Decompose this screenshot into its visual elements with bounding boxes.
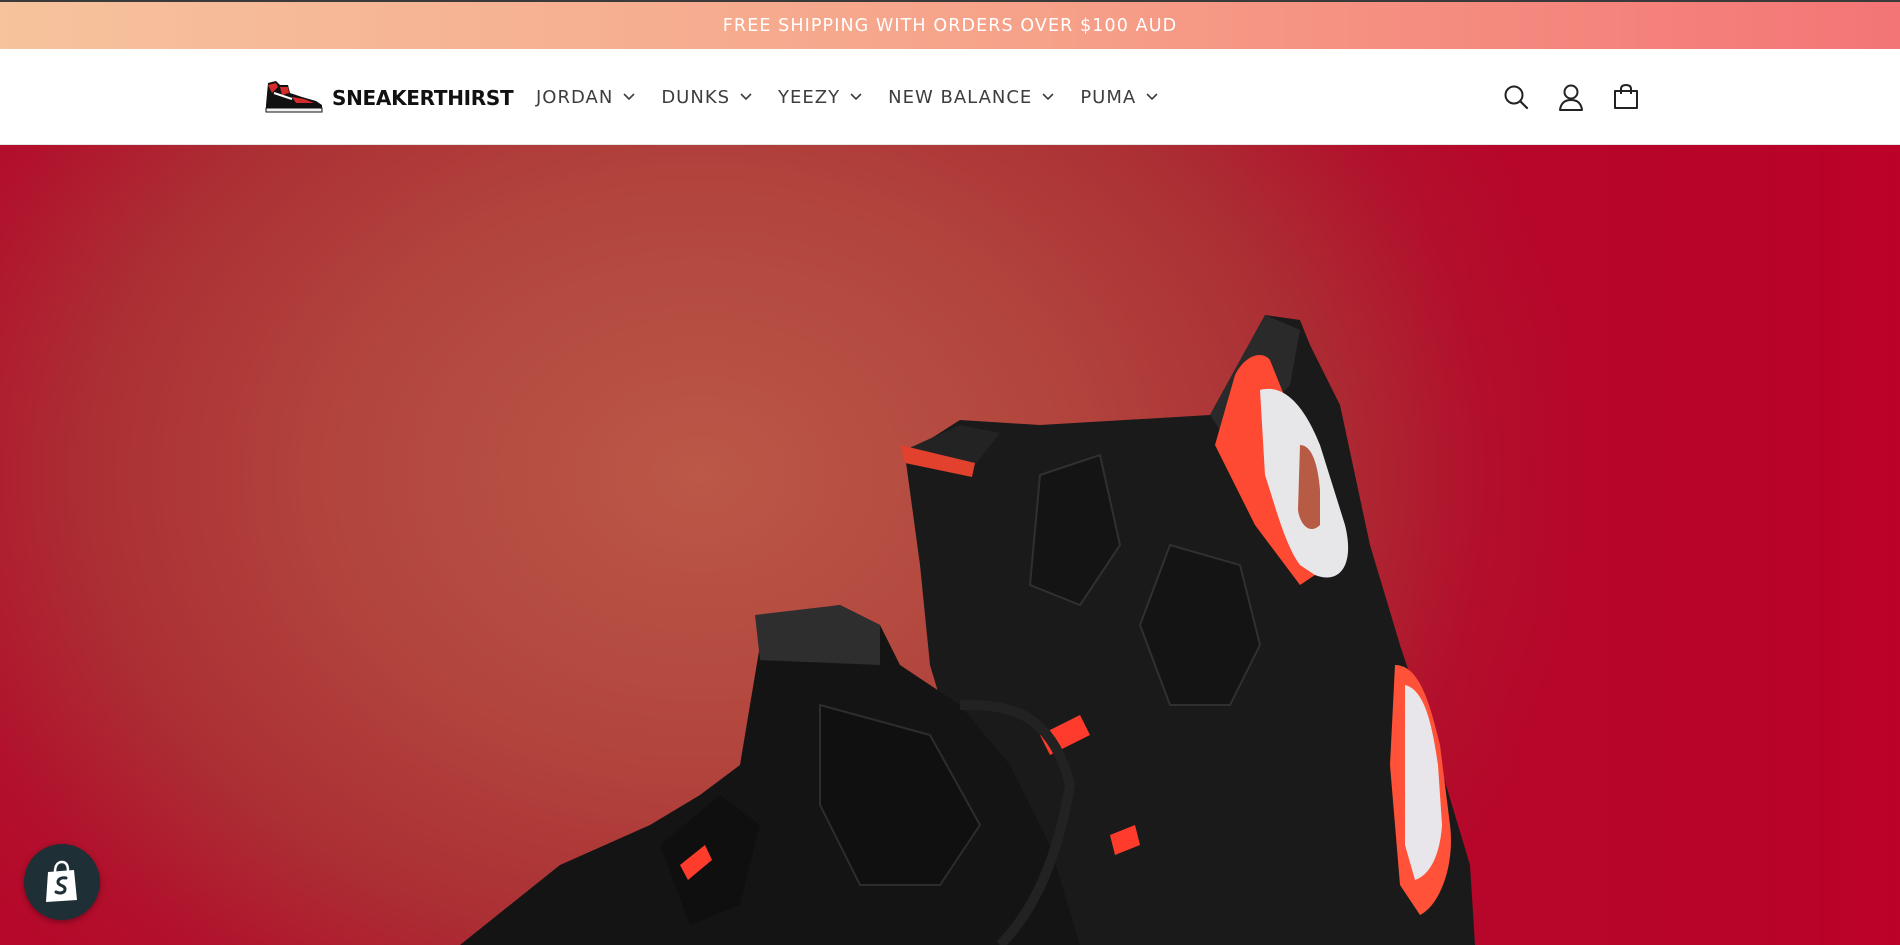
nav-label: JORDAN (536, 86, 614, 108)
chevron-down-icon (740, 93, 752, 101)
cart-icon (1614, 83, 1638, 109)
header-icons (1498, 79, 1644, 115)
account-icon (1559, 84, 1583, 111)
shopify-bag-icon (46, 860, 77, 902)
sneaker-logo-icon (262, 75, 324, 120)
announcement-text: FREE SHIPPING WITH ORDERS OVER $100 AUD (722, 15, 1178, 36)
shopify-chat-button[interactable] (24, 844, 100, 920)
nav-label: YEEZY (778, 86, 841, 108)
nav-item-yeezy[interactable]: YEEZY (778, 87, 862, 108)
chevron-down-icon (1042, 93, 1054, 101)
search-icon (1504, 85, 1529, 110)
site-header: SNEAKERTHIRST JORDAN DUNKS YEEZY NEW BAL… (0, 49, 1900, 145)
nav-item-new-balance[interactable]: NEW BALANCE (888, 87, 1054, 108)
nav-label: NEW BALANCE (888, 86, 1033, 108)
nav-label: DUNKS (661, 86, 731, 108)
nav-label: PUMA (1080, 86, 1137, 108)
nav-item-dunks[interactable]: DUNKS (661, 87, 752, 108)
main-nav: JORDAN DUNKS YEEZY NEW BALANCE PUMA (536, 49, 1184, 145)
chevron-down-icon (850, 93, 862, 101)
logo-text: SNEAKERTHIRST (332, 85, 514, 110)
hero-banner[interactable] (0, 145, 1900, 945)
sneakers-image (460, 315, 1475, 945)
cart-button[interactable] (1608, 79, 1644, 115)
nav-item-puma[interactable]: PUMA (1080, 87, 1158, 108)
logo[interactable]: SNEAKERTHIRST (262, 75, 514, 120)
announcement-bar: FREE SHIPPING WITH ORDERS OVER $100 AUD (0, 0, 1900, 49)
search-button[interactable] (1498, 79, 1534, 115)
chevron-down-icon (1146, 93, 1158, 101)
account-button[interactable] (1553, 79, 1589, 115)
chevron-down-icon (623, 93, 635, 101)
nav-item-jordan[interactable]: JORDAN (536, 87, 635, 108)
